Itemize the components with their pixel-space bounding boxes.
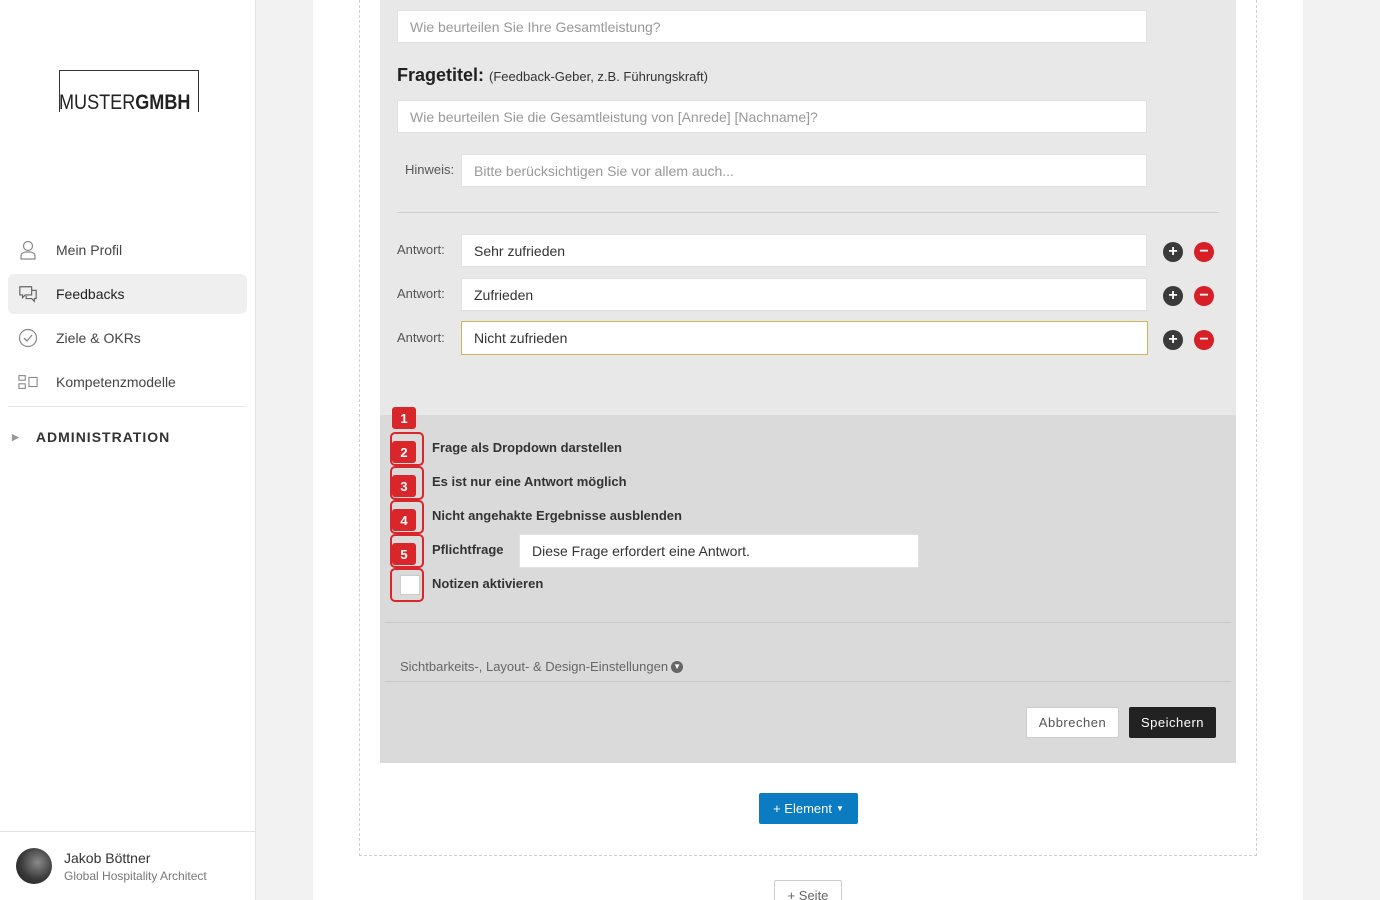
cancel-button[interactable]: Abbrechen [1026,707,1119,738]
option-label-single-answer: Es ist nur eine Antwort möglich [432,474,627,489]
nav-label-mein-profil: Mein Profil [56,242,123,258]
annotation-badge-5: 5 [392,543,416,565]
answer-input-2[interactable]: Zufrieden [461,278,1147,311]
hinweis-input[interactable]: Bitte berücksichtigen Sie vor allem auch… [461,154,1147,187]
answer-input-1[interactable]: Sehr zufrieden [461,234,1147,267]
add-page-button[interactable]: + Seite [774,880,842,900]
caret-down-icon: ▼ [835,804,844,813]
feedback-question-input[interactable]: Wie beurteilen Sie die Gesamtleistung vo… [397,100,1147,133]
pflichtfrage-message-input[interactable]: Diese Frage erfordert eine Antwort. [519,534,919,568]
user-icon [18,240,38,260]
nav-label-ziele-okrs: Ziele & OKRs [56,330,141,346]
option-label-hide-unchecked: Nicht angehakte Ergebnisse ausblenden [432,508,682,523]
self-question-input[interactable]: Wie beurteilen Sie Ihre Gesamtleistung? [397,10,1147,43]
add-element-button[interactable]: + Element ▼ [759,793,858,824]
question-options-panel: 1 2 Frage als Dropdown darstellen 3 Es i… [380,407,1236,763]
add-answer-icon[interactable]: + [1163,330,1183,350]
annotation-badge-1: 1 [392,407,416,429]
annotation-badge-3: 3 [392,475,416,497]
remove-answer-icon[interactable]: − [1194,330,1214,350]
main-content: Wie beurteilen Sie Ihre Gesamtleistung? … [313,0,1303,900]
divider [385,681,1231,682]
user-name: Jakob Böttner [64,849,151,866]
fragetitel-label: Fragetitel: [397,65,485,85]
answer-label-2: Antwort: [397,286,445,301]
nav-item-kompetenzmodelle[interactable]: Kompetenzmodelle [8,362,247,402]
logo-text: MUSTERGMBH [59,92,190,113]
divider [397,212,1219,213]
company-logo[interactable]: MUSTERGMBH [59,70,199,113]
answer-label-3: Antwort: [397,330,445,345]
checkbox-notizen[interactable] [400,575,420,595]
admin-label: ADMINISTRATION [35,429,171,445]
option-label-pflichtfrage: Pflichtfrage [432,542,504,557]
nav-divider [8,406,247,407]
answer-input-3[interactable]: Nicht zufrieden [461,321,1148,355]
settings-toggle-link[interactable]: Sichtbarkeits-, Layout- & Design-Einstel… [400,659,684,674]
nav-item-mein-profil[interactable]: Mein Profil [8,230,247,270]
divider [385,622,1231,623]
hinweis-label: Hinweis: [405,162,455,177]
annotation-badge-4: 4 [392,509,416,531]
caret-right-icon: ▶ [12,431,20,442]
logo-text-bold: GMBH [135,91,191,114]
remove-answer-icon[interactable]: − [1194,286,1214,306]
add-answer-icon[interactable]: + [1163,242,1183,262]
add-answer-icon[interactable]: + [1163,286,1183,306]
fragetitel-hint: (Feedback-Geber, z.B. Führungskraft) [489,69,708,84]
nav-label-kompetenzmodelle: Kompetenzmodelle [56,374,176,390]
annotation-badge-2: 2 [392,441,416,463]
chevron-down-icon: ▼ [671,660,684,673]
nav-label-feedbacks: Feedbacks [56,286,125,302]
nav-item-ziele-okrs[interactable]: Ziele & OKRs [8,318,247,358]
main-nav: Mein Profil Feedbacks Ziele & OKRs Kompe… [8,230,247,457]
settings-link-label: Sichtbarkeits-, Layout- & Design-Einstel… [400,659,669,674]
add-element-label: + Element [773,801,832,816]
sidebar: MUSTERGMBH Mein Profil Feedbacks Ziele &… [0,0,256,900]
check-circle-icon [18,328,38,348]
logo-text-light: MUSTER [59,91,136,114]
remove-answer-icon[interactable]: − [1194,242,1214,262]
nav-item-feedbacks[interactable]: Feedbacks [8,274,247,314]
fragetitel-heading: Fragetitel: (Feedback-Geber, z.B. Führun… [397,65,708,86]
user-role: Global Hospitality Architect [64,868,207,883]
chat-icon [18,284,38,304]
avatar [16,848,52,884]
nav-item-administration[interactable]: ▶ ADMINISTRATION [8,417,247,457]
competence-model-icon [18,372,38,392]
question-editor: Wie beurteilen Sie Ihre Gesamtleistung? … [380,0,1236,763]
answer-label-1: Antwort: [397,242,445,257]
option-label-notizen: Notizen aktivieren [432,576,544,591]
save-button[interactable]: Speichern [1129,707,1216,738]
user-profile[interactable]: Jakob Böttner Global Hospitality Archite… [0,831,255,900]
option-label-dropdown: Frage als Dropdown darstellen [432,440,622,455]
